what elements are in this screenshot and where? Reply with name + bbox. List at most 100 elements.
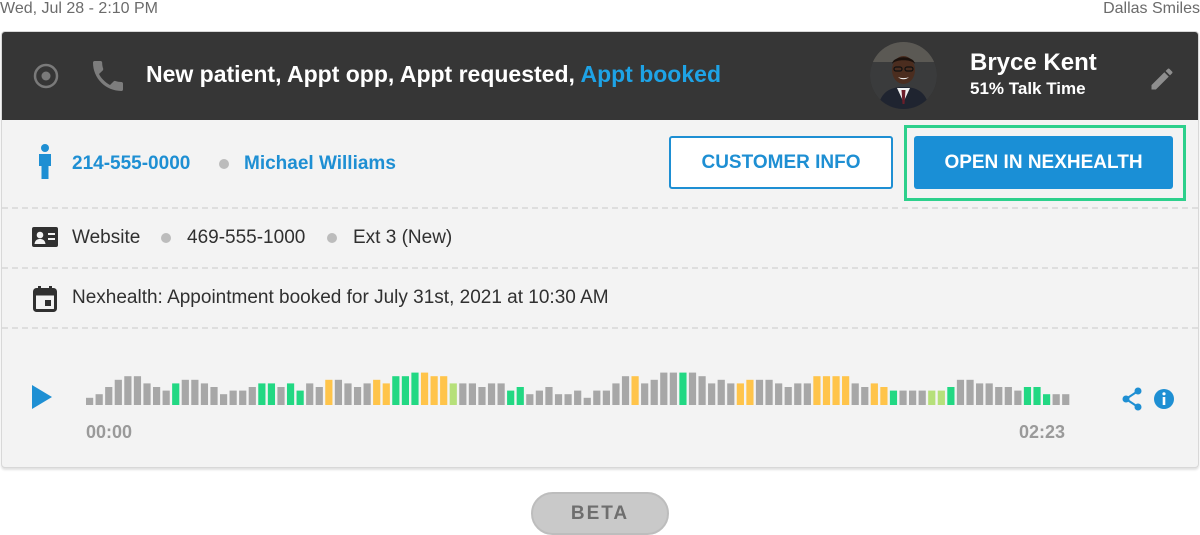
waveform-bar[interactable] <box>650 379 658 405</box>
waveform-bar[interactable] <box>267 383 276 405</box>
waveform-bar[interactable] <box>229 390 237 405</box>
waveform-bar[interactable] <box>909 390 917 405</box>
waveform-bar[interactable] <box>1023 387 1032 405</box>
waveform-bar[interactable] <box>861 387 869 405</box>
waveform-bar[interactable] <box>258 383 266 405</box>
waveform-bar[interactable] <box>832 376 840 405</box>
waveform-bar[interactable] <box>296 390 304 405</box>
play-icon[interactable] <box>32 385 54 409</box>
waveform-bar[interactable] <box>1043 394 1051 405</box>
audio-waveform[interactable] <box>86 365 1076 407</box>
waveform-bar[interactable] <box>344 383 352 405</box>
caller-phone-link[interactable]: 214-555-0000 <box>72 153 190 175</box>
waveform-bar[interactable] <box>554 394 563 405</box>
waveform-bar[interactable] <box>497 383 505 405</box>
waveform-bar[interactable] <box>708 383 716 405</box>
waveform-bar[interactable] <box>612 383 620 405</box>
waveform-bar[interactable] <box>794 383 802 405</box>
share-icon[interactable] <box>1121 387 1143 411</box>
waveform-bar[interactable] <box>535 390 543 405</box>
waveform-bar[interactable] <box>411 372 419 405</box>
record-circle-icon[interactable] <box>33 63 59 89</box>
customer-info-button[interactable]: CUSTOMER INFO <box>669 136 893 189</box>
waveform-bar[interactable] <box>995 387 1003 405</box>
waveform-bar[interactable] <box>86 397 94 405</box>
waveform-bar[interactable] <box>430 376 438 405</box>
waveform-bar[interactable] <box>325 379 333 405</box>
waveform-bar[interactable] <box>870 383 878 405</box>
waveform-bar[interactable] <box>306 383 314 405</box>
waveform-bar[interactable] <box>717 379 725 405</box>
waveform-bar[interactable] <box>143 383 151 405</box>
waveform-bar[interactable] <box>746 379 754 405</box>
waveform-bar[interactable] <box>210 387 218 405</box>
waveform-bar[interactable] <box>641 383 649 405</box>
waveform-bar[interactable] <box>507 390 515 405</box>
waveform-bar[interactable] <box>775 383 783 405</box>
waveform-bar[interactable] <box>966 379 974 405</box>
waveform-bar[interactable] <box>1033 387 1041 405</box>
waveform-bar[interactable] <box>516 387 524 405</box>
waveform-bar[interactable] <box>478 387 486 405</box>
waveform-bar[interactable] <box>593 390 601 405</box>
waveform-bar[interactable] <box>899 390 907 405</box>
waveform-bar[interactable] <box>621 376 630 405</box>
waveform-bar[interactable] <box>219 394 228 405</box>
waveform-bar[interactable] <box>976 383 984 405</box>
waveform-bar[interactable] <box>1052 394 1060 405</box>
waveform-bar[interactable] <box>468 383 476 405</box>
waveform-bar[interactable] <box>277 387 285 405</box>
waveform-bar[interactable] <box>698 376 706 405</box>
waveform-bar[interactable] <box>842 376 850 405</box>
waveform-bar[interactable] <box>937 390 945 405</box>
waveform-bar[interactable] <box>392 376 400 405</box>
waveform-bar[interactable] <box>660 372 668 405</box>
waveform-bar[interactable] <box>889 390 898 405</box>
waveform-bar[interactable] <box>373 379 381 405</box>
waveform-bar[interactable] <box>688 372 697 405</box>
waveform-bar[interactable] <box>363 383 371 405</box>
waveform-bar[interactable] <box>248 387 256 405</box>
waveform-bar[interactable] <box>191 379 199 405</box>
waveform-bar[interactable] <box>564 394 572 405</box>
waveform-bar[interactable] <box>669 372 677 405</box>
waveform-bar[interactable] <box>1004 387 1012 405</box>
waveform-bar[interactable] <box>574 390 582 405</box>
waveform-bar[interactable] <box>440 376 448 405</box>
waveform-bar[interactable] <box>286 383 295 405</box>
waveform-bar[interactable] <box>583 397 591 405</box>
waveform-bar[interactable] <box>918 390 926 405</box>
waveform-bar[interactable] <box>162 390 170 405</box>
waveform-bar[interactable] <box>985 383 993 405</box>
waveform-bar[interactable] <box>239 390 247 405</box>
waveform-bar[interactable] <box>114 379 122 405</box>
waveform-bar[interactable] <box>880 387 888 405</box>
waveform-bar[interactable] <box>928 390 936 405</box>
waveform-bar[interactable] <box>315 387 323 405</box>
waveform-bar[interactable] <box>181 379 189 405</box>
waveform-bar[interactable] <box>765 379 773 405</box>
waveform-bar[interactable] <box>755 379 764 405</box>
waveform-bar[interactable] <box>679 372 687 405</box>
waveform-bar[interactable] <box>459 383 467 405</box>
waveform-bar[interactable] <box>727 383 735 405</box>
waveform-bar[interactable] <box>95 394 103 405</box>
waveform-bar[interactable] <box>152 387 161 405</box>
waveform-bar[interactable] <box>526 394 534 405</box>
waveform-bar[interactable] <box>420 372 429 405</box>
waveform-bar[interactable] <box>334 379 343 405</box>
edit-pencil-icon[interactable] <box>1148 65 1176 93</box>
waveform-bar[interactable] <box>956 379 965 405</box>
waveform-bar[interactable] <box>545 387 553 405</box>
waveform-bar[interactable] <box>133 376 142 405</box>
waveform-bar[interactable] <box>124 376 132 405</box>
waveform-bar[interactable] <box>602 390 610 405</box>
waveform-bar[interactable] <box>105 387 113 405</box>
waveform-bar[interactable] <box>822 376 831 405</box>
waveform-bar[interactable] <box>631 376 639 405</box>
waveform-bar[interactable] <box>172 383 180 405</box>
waveform-bar[interactable] <box>803 383 811 405</box>
caller-name-link[interactable]: Michael Williams <box>244 153 396 175</box>
open-in-nexhealth-button[interactable]: OPEN IN NEXHEALTH <box>914 136 1173 189</box>
waveform-bar[interactable] <box>401 376 410 405</box>
